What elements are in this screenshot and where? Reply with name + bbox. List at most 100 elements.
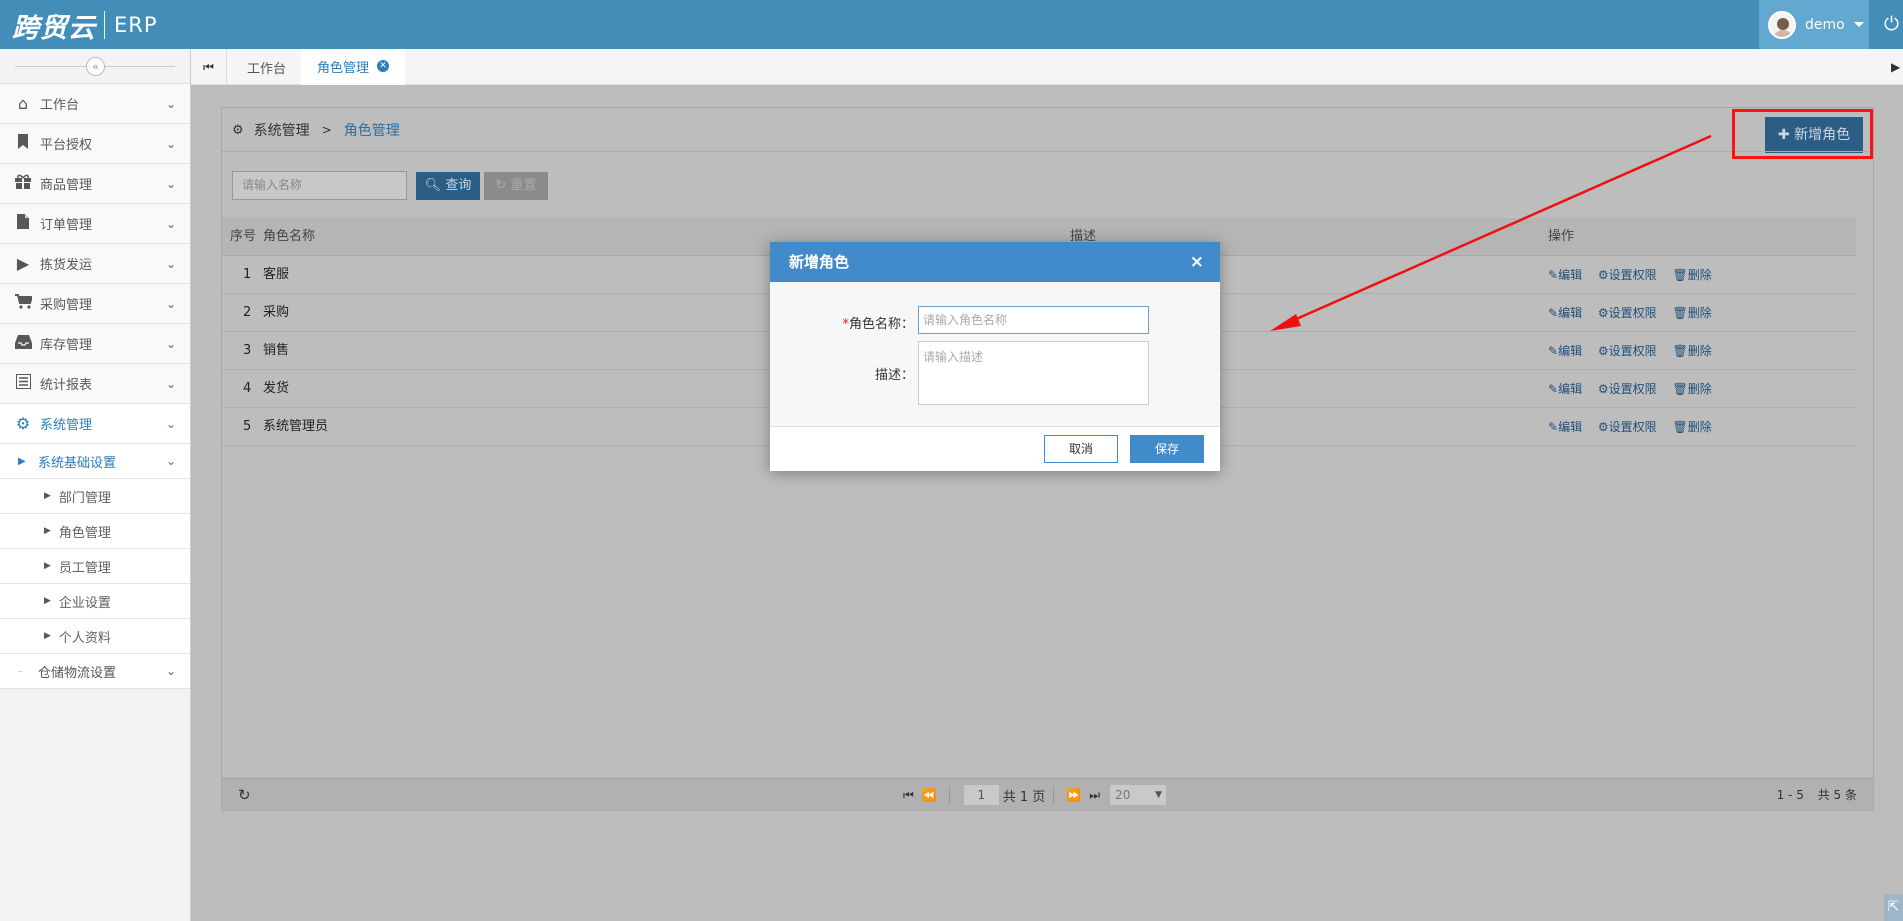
sidebar-item-label: 工作台	[40, 98, 80, 113]
role-name-label-text: 角色名称：	[848, 317, 914, 332]
breadcrumb: ⚙ 系统管理 > 角色管理	[232, 120, 400, 140]
sidebar-item-label: 平台授权	[40, 138, 93, 153]
app-logo[interactable]: 跨贸云 ERP	[12, 6, 158, 44]
power-icon[interactable]: ⏻	[1884, 12, 1903, 36]
sidebar-item-label: 拣货发运	[40, 258, 93, 273]
page-size-select[interactable]: 20 ▼	[1110, 785, 1167, 805]
first-page-icon[interactable]: ⏮	[903, 788, 914, 803]
permissions-label: 设置权限	[1608, 344, 1657, 358]
set-permissions-link[interactable]: ⚙设置权限	[1598, 306, 1663, 320]
sidebar-subgroup-basic-settings[interactable]: ▶ 系统基础设置 ⌄	[0, 444, 190, 479]
chevron-down-icon: ⌄	[166, 216, 177, 231]
row-actions: ✎编辑 ⚙设置权限 🗑︎删除	[1548, 256, 1724, 294]
row-number: 1	[243, 267, 252, 282]
delete-link[interactable]: 🗑︎删除	[1673, 306, 1718, 320]
sidebar-item-label: 系统管理	[40, 418, 93, 433]
row-number: 5	[243, 419, 252, 434]
edit-label: 编辑	[1558, 306, 1583, 320]
delete-label: 删除	[1687, 344, 1712, 358]
home-icon: ⌂	[17, 94, 29, 113]
cog-icon: ⚙	[15, 414, 31, 433]
bookmark-icon	[13, 134, 33, 153]
column-header: 角色名称	[263, 229, 316, 244]
sidebar-item-products[interactable]: 商品管理 ⌄	[0, 164, 190, 204]
sidebar-item-inventory[interactable]: 库存管理 ⌄	[0, 324, 190, 364]
description-textarea[interactable]: 请输入描述	[918, 341, 1149, 405]
prev-page-icon[interactable]: ⏪	[922, 788, 937, 802]
close-icon[interactable]: ×	[1190, 242, 1204, 282]
save-button[interactable]: 保存	[1130, 435, 1204, 463]
sidebar-item-workbench[interactable]: ⌂ 工作台 ⌄	[0, 84, 190, 124]
sidebar-item-departments[interactable]: ▶ 部门管理	[0, 479, 190, 514]
breadcrumb-current: 角色管理	[343, 123, 400, 139]
collapse-sidebar-icon[interactable]: «	[86, 57, 105, 76]
sidebar-item-platform-auth[interactable]: 平台授权 ⌄	[0, 124, 190, 164]
sidebar-item-orders[interactable]: 订单管理 ⌄	[0, 204, 190, 244]
sidebar-item-purchasing[interactable]: 采购管理 ⌄	[0, 284, 190, 324]
delete-link[interactable]: 🗑︎删除	[1673, 382, 1718, 396]
last-page-icon[interactable]: ⏭	[1089, 788, 1100, 803]
query-button[interactable]: 🔍︎ 查询	[416, 172, 480, 200]
page-number-input[interactable]: 1	[963, 785, 999, 805]
table-footer: ↻ ⏮ ⏪ 1 共 1 页 ⏩ ⏭ 20 ▼ 1 - 5 共 5 条	[222, 778, 1873, 810]
dialog-footer: 取消 保存	[770, 426, 1220, 471]
edit-link[interactable]: ✎编辑	[1548, 306, 1588, 320]
chevron-down-icon: ⌄	[166, 336, 177, 351]
sidebar-item-company[interactable]: ▶ 企业设置	[0, 584, 190, 619]
role-name-input[interactable]: 请输入角色名称	[918, 306, 1149, 334]
chevron-down-icon: ⌄	[166, 256, 177, 271]
set-permissions-link[interactable]: ⚙设置权限	[1598, 420, 1663, 434]
edit-link[interactable]: ✎编辑	[1548, 420, 1588, 434]
back-to-top-icon[interactable]: ⇱	[1884, 894, 1903, 921]
caret-right-icon: ▶	[44, 596, 51, 606]
user-menu[interactable]: demo	[1759, 0, 1869, 49]
edit-label: 编辑	[1558, 420, 1583, 434]
role-name: 客服	[263, 267, 290, 282]
set-permissions-link[interactable]: ⚙设置权限	[1598, 268, 1663, 282]
tab-role-management[interactable]: 角色管理 ✕	[301, 49, 406, 85]
chevron-down-icon: ⌄	[166, 376, 177, 391]
sidebar-item-employees[interactable]: ▶ 员工管理	[0, 549, 190, 584]
sidebar-subgroup-logistics[interactable]: – 仓储物流设置 ⌄	[0, 654, 190, 689]
sidebar-item-picking[interactable]: ▶ 拣货发运 ⌄	[0, 244, 190, 284]
chevron-down-icon: ⌄	[166, 416, 177, 431]
delete-link[interactable]: 🗑︎删除	[1673, 344, 1718, 358]
close-tab-icon[interactable]: ✕	[377, 60, 390, 72]
cancel-button[interactable]: 取消	[1044, 435, 1118, 463]
chevron-down-icon: ⌄	[166, 96, 177, 111]
caret-right-icon: ▶	[44, 526, 51, 536]
sidebar-item-reports[interactable]: 统计报表 ⌄	[0, 364, 190, 404]
sidebar-subgroup-label: 仓储物流设置	[38, 665, 117, 681]
sidebar-item-roles[interactable]: ▶ 角色管理	[0, 514, 190, 549]
pager-separator	[948, 786, 950, 804]
sidebar-item-system[interactable]: ⚙ 系统管理 ⌄	[0, 404, 190, 444]
pagination: ⏮ ⏪ 1 共 1 页 ⏩ ⏭ 20 ▼	[899, 779, 1167, 811]
edit-link[interactable]: ✎编辑	[1548, 268, 1588, 282]
list-icon	[13, 374, 33, 393]
delete-link[interactable]: 🗑︎删除	[1673, 268, 1718, 282]
delete-label: 删除	[1687, 420, 1712, 434]
search-icon: 🔍︎	[424, 178, 442, 193]
sidebar-item-profile[interactable]: ▶ 个人资料	[0, 619, 190, 654]
edit-link[interactable]: ✎编辑	[1548, 382, 1588, 396]
sidebar-item-label: 个人资料	[58, 630, 111, 646]
tab-label: 角色管理	[317, 60, 370, 76]
search-input[interactable]: 请输入名称	[232, 171, 407, 200]
delete-label: 删除	[1687, 382, 1712, 396]
next-page-icon[interactable]: ⏩	[1066, 788, 1081, 802]
set-permissions-link[interactable]: ⚙设置权限	[1598, 344, 1663, 358]
logo-separator	[104, 11, 105, 39]
tab-workbench[interactable]: 工作台	[231, 49, 302, 85]
sidebar-item-label: 角色管理	[58, 525, 111, 541]
tab-scroll-left-icon[interactable]: ⏮	[191, 49, 227, 85]
dialog-title: 新增角色	[789, 253, 850, 271]
reset-button[interactable]: ↻ 重置	[484, 172, 548, 200]
tab-scroll-right-icon[interactable]: ▶	[1891, 49, 1903, 85]
sidebar-item-label: 订单管理	[40, 218, 93, 233]
delete-link[interactable]: 🗑︎删除	[1673, 420, 1718, 434]
role-name: 采购	[263, 305, 290, 320]
breadcrumb-root[interactable]: 系统管理	[254, 120, 310, 140]
edit-link[interactable]: ✎编辑	[1548, 344, 1588, 358]
refresh-icon[interactable]: ↻	[238, 786, 251, 804]
set-permissions-link[interactable]: ⚙设置权限	[1598, 382, 1663, 396]
